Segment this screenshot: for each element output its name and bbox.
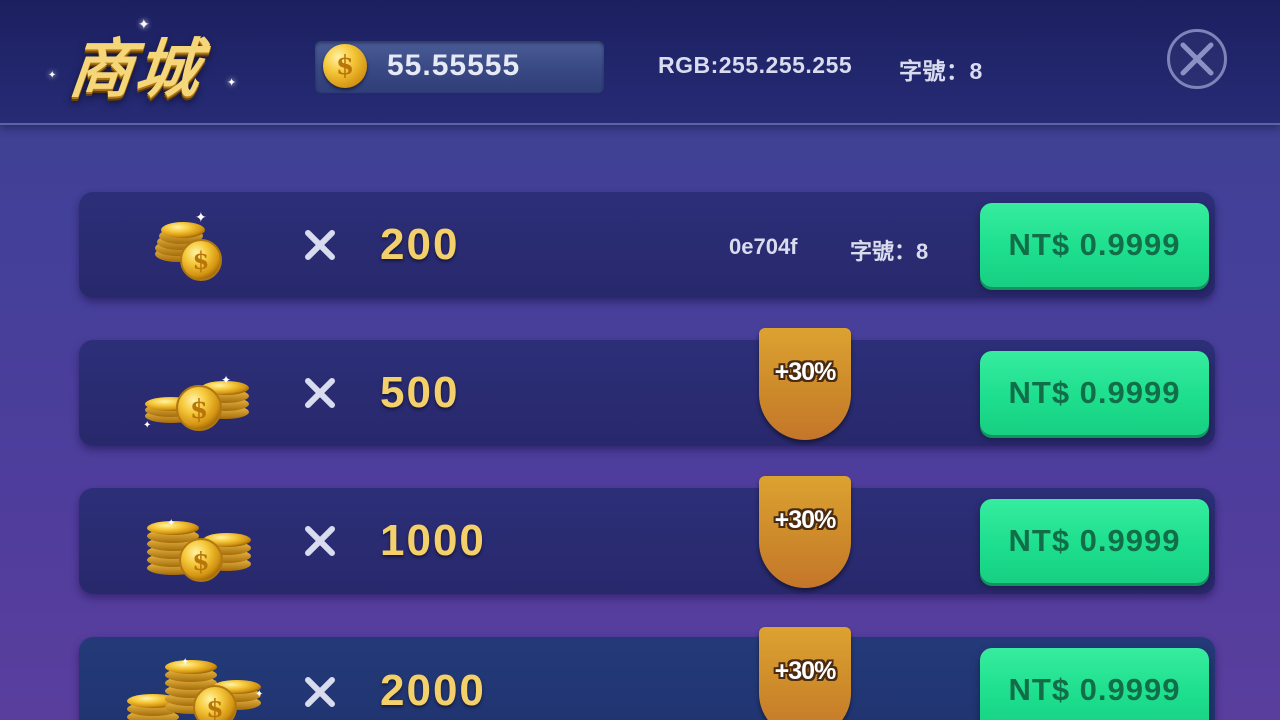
svg-text:✦: ✦: [195, 209, 207, 225]
coin-icon: $: [323, 44, 367, 88]
shop-title-text: 商城: [65, 33, 206, 107]
svg-text:$: $: [193, 246, 210, 275]
package-amount: 500: [380, 368, 460, 417]
svg-text:✦: ✦: [167, 518, 175, 529]
shop-header: 商城 ✦ ✦ ✦ $ 55.55555 RGB:255.255.255 字號：8: [0, 0, 1280, 125]
close-button[interactable]: [1167, 29, 1227, 89]
shop-title: 商城 ✦ ✦ ✦: [48, 16, 240, 113]
multiply-icon: [305, 526, 335, 556]
svg-text:$: $: [192, 547, 209, 576]
buy-button[interactable]: NT$ 0.9999: [980, 351, 1209, 435]
svg-text:✦: ✦: [181, 657, 189, 668]
buy-button[interactable]: NT$ 0.9999: [980, 648, 1209, 720]
coin-stack-small-icon: $ ✦: [129, 206, 279, 286]
buy-button[interactable]: NT$ 0.9999: [980, 203, 1209, 287]
package-row-1000: $ ✦ 1000 +30% NT$ 0.9999: [79, 476, 1215, 594]
bonus-ribbon: +30%: [759, 627, 851, 720]
svg-text:$: $: [190, 395, 208, 425]
package-amount: 1000: [380, 516, 486, 565]
package-amount: 200: [380, 220, 460, 269]
close-icon: [1180, 42, 1214, 76]
svg-text:✦: ✦: [143, 420, 151, 431]
package-row-200: $ ✦ 200 0e704f 字號：8 NT$ 0.9999: [79, 192, 1215, 298]
bonus-label: +30%: [774, 506, 837, 534]
bonus-ribbon: +30%: [759, 328, 851, 440]
font-size-label: 字號：8: [850, 239, 929, 264]
svg-text:✦: ✦: [255, 689, 263, 700]
sparkle-icon: ✦: [227, 77, 237, 89]
multiply-icon: [305, 378, 335, 408]
sparkle-icon: ✦: [138, 16, 150, 32]
package-row-2000: $ ✦ ✦ 2000 +30% NT$ 0.9999: [79, 627, 1215, 720]
svg-text:$: $: [206, 694, 223, 720]
coin-stack-medium-icon: $ ✦ ✦: [129, 354, 279, 434]
coin-pile-icon: $ ✦ ✦: [119, 645, 279, 720]
coin-balance: $ 55.55555: [315, 41, 604, 93]
buy-button[interactable]: NT$ 0.9999: [980, 499, 1209, 583]
balance-value: 55.55555: [387, 49, 521, 82]
multiply-icon: [305, 230, 335, 260]
coin-stack-large-icon: $ ✦: [129, 502, 279, 582]
package-amount: 2000: [380, 666, 486, 715]
multiply-icon: [305, 677, 335, 707]
svg-text:✦: ✦: [221, 373, 231, 387]
bonus-label: +30%: [774, 657, 837, 685]
sparkle-icon: ✦: [48, 70, 57, 81]
font-size-label: 字號：8: [899, 58, 983, 84]
rgb-label: RGB:255.255.255: [658, 52, 853, 78]
package-row-500: $ ✦ ✦ 500 +30% NT$ 0.9999: [79, 328, 1215, 446]
color-code-label: 0e704f: [729, 234, 798, 259]
bonus-label: +30%: [774, 358, 837, 386]
bonus-ribbon: +30%: [759, 476, 851, 588]
